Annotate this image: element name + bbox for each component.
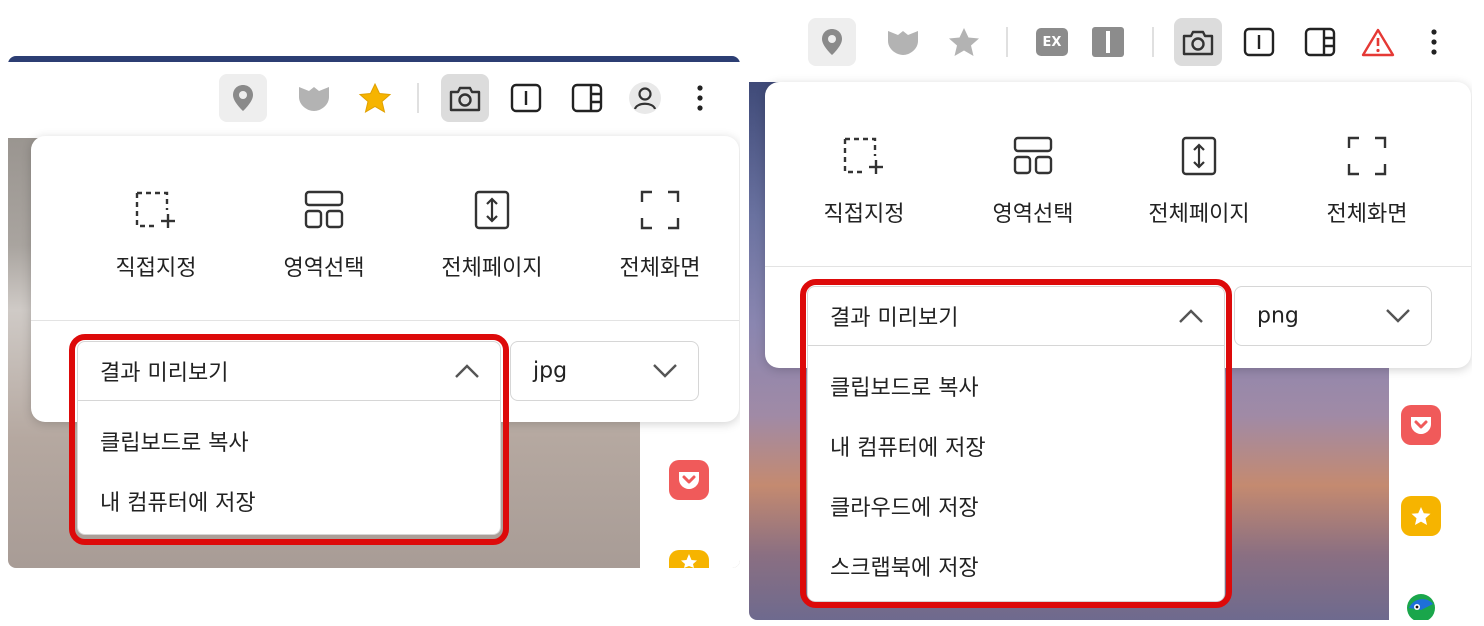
- more-menu-button[interactable]: [1410, 18, 1458, 66]
- location-button[interactable]: [808, 18, 856, 66]
- reader-mode-button[interactable]: [1235, 18, 1283, 66]
- chevron-down-icon: [653, 364, 677, 378]
- capture-mode-custom[interactable]: 직접지정: [789, 136, 939, 228]
- format-select-value: png: [1257, 303, 1299, 329]
- capture-mode-label: 전체화면: [1326, 202, 1408, 227]
- shield-icon: [888, 31, 918, 55]
- capture-button[interactable]: [441, 74, 489, 122]
- dashed-select-icon: [135, 191, 175, 228]
- more-menu-button[interactable]: [676, 74, 724, 122]
- capture-mode-label: 영역선택: [992, 202, 1074, 227]
- format-select[interactable]: jpg: [510, 341, 699, 401]
- bookmark-star-button[interactable]: [351, 74, 399, 122]
- right-screenshot: EX 직접지정 영역선택 전체페이지 전체화면 결과 미리보기 png 클립보드…: [749, 4, 1472, 620]
- reader-mode-icon: [510, 83, 542, 113]
- ex-extension-label: EX: [1042, 34, 1062, 50]
- capture-mode-label: 영역선택: [283, 256, 365, 281]
- camera-icon: [449, 86, 481, 112]
- sidebar-button[interactable]: [1296, 18, 1344, 66]
- capture-mode-full-page[interactable]: 전체페이지: [1124, 136, 1274, 228]
- profile-button[interactable]: [621, 74, 669, 122]
- profile-icon: [629, 82, 661, 114]
- capture-mode-full-screen[interactable]: 전체화면: [1292, 136, 1442, 228]
- red-highlight-box: [800, 279, 1232, 608]
- area-select-icon: [1013, 136, 1053, 175]
- capture-mode-full-page[interactable]: 전체페이지: [417, 190, 567, 282]
- full-screen-icon: [640, 190, 680, 230]
- warning-icon: [1361, 28, 1395, 57]
- sidebar-icon: [1304, 27, 1336, 57]
- toolbar-separator: [1006, 27, 1008, 57]
- capture-button[interactable]: [1174, 18, 1222, 66]
- ex-extension-icon: EX: [1036, 28, 1068, 56]
- capture-mode-label: 직접지정: [823, 202, 905, 227]
- more-icon: [1431, 29, 1437, 55]
- capture-mode-area[interactable]: 영역선택: [958, 136, 1108, 228]
- pocket-side-button[interactable]: [1401, 405, 1441, 445]
- reader-mode-button[interactable]: [502, 74, 550, 122]
- toolbar-separator: [1152, 27, 1154, 57]
- star-side-button[interactable]: [669, 550, 709, 568]
- sidebar-icon: [571, 83, 603, 113]
- star-icon: [358, 82, 392, 114]
- reader-mode-icon: [1243, 27, 1275, 57]
- full-screen-icon: [1347, 136, 1387, 176]
- cursor-extension-icon: [1092, 27, 1124, 57]
- toolbar-separator: [417, 83, 419, 113]
- shield-button[interactable]: [879, 18, 927, 66]
- capture-mode-area[interactable]: 영역선택: [249, 190, 399, 282]
- cursor-extension-button[interactable]: [1084, 18, 1132, 66]
- sidebar-button[interactable]: [563, 74, 611, 122]
- capture-mode-label: 전체화면: [619, 256, 701, 281]
- red-highlight-box: [69, 334, 509, 545]
- capture-mode-full-screen[interactable]: 전체화면: [585, 190, 735, 282]
- bookmark-star-button[interactable]: [940, 18, 988, 66]
- bird-app-icon: [1407, 594, 1435, 620]
- camera-icon: [1182, 30, 1214, 56]
- location-icon: [233, 85, 253, 111]
- full-page-icon: [474, 190, 510, 230]
- warning-button[interactable]: [1354, 18, 1402, 66]
- pocket-icon: [1411, 417, 1431, 434]
- shield-icon: [299, 87, 329, 111]
- dashed-select-icon: [843, 137, 883, 174]
- bird-side-button[interactable]: [1401, 588, 1441, 620]
- star-icon: [1411, 507, 1431, 525]
- chevron-down-icon: [1386, 309, 1410, 323]
- pocket-icon: [679, 472, 699, 489]
- capture-mode-label: 전체페이지: [441, 256, 543, 281]
- star-side-button[interactable]: [1401, 496, 1441, 536]
- left-screenshot: 직접지정 영역선택 전체페이지 전체화면 결과 미리보기 jpg 클립보드로 복…: [8, 56, 740, 568]
- capture-mode-label: 전체페이지: [1148, 202, 1250, 227]
- location-button[interactable]: [219, 74, 267, 122]
- popup-divider: [31, 320, 739, 321]
- popup-divider: [765, 266, 1471, 267]
- ex-extension-button[interactable]: EX: [1028, 18, 1076, 66]
- star-icon: [949, 28, 979, 56]
- format-select-value: jpg: [533, 358, 568, 384]
- capture-mode-custom[interactable]: 직접지정: [81, 190, 231, 282]
- area-select-icon: [304, 190, 344, 229]
- star-icon: [681, 554, 697, 568]
- full-page-icon: [1181, 136, 1217, 176]
- format-select[interactable]: png: [1234, 286, 1432, 346]
- shield-button[interactable]: [290, 74, 338, 122]
- pocket-side-button[interactable]: [669, 460, 709, 500]
- capture-mode-label: 직접지정: [115, 256, 197, 281]
- more-icon: [697, 85, 703, 111]
- location-icon: [822, 29, 842, 55]
